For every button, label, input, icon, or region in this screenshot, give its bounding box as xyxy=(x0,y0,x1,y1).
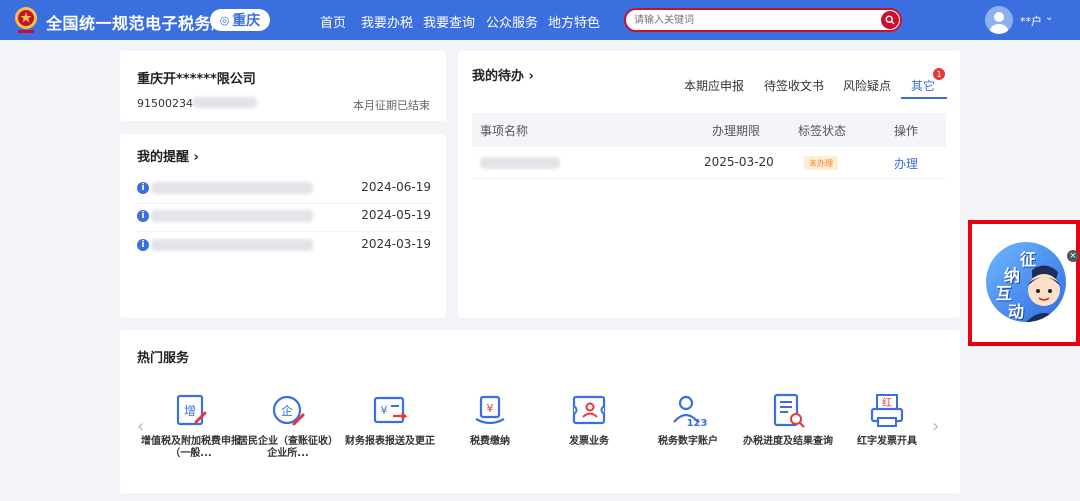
todo-title[interactable]: 我的待办 › xyxy=(472,65,534,84)
service-invoice[interactable]: 发票业务 xyxy=(539,392,639,448)
reminder-item[interactable]: i 2024-06-19 xyxy=(137,176,431,204)
top-header: 全国统一规范电子税务局 ◎ 重庆 首页 我要办税 我要查询 公众服务 地方特色 … xyxy=(0,0,1080,40)
nav-home[interactable]: 首页 xyxy=(320,12,346,31)
todo-table-header: 事项名称 办理期限 标签状态 操作 xyxy=(472,113,946,147)
highlight-frame: 征 纳 互 动 × xyxy=(968,220,1080,346)
reminder-date: 2024-05-19 xyxy=(361,208,431,222)
search-box xyxy=(624,8,902,32)
search-button[interactable] xyxy=(881,11,899,29)
chevron-right-icon: › xyxy=(193,150,199,165)
company-card: 重庆开******限公司 91500234 本月征期已结束 xyxy=(120,51,446,121)
tax-emblem-icon[interactable] xyxy=(12,5,40,35)
red-invoice-icon: 红 xyxy=(870,394,904,427)
service-digital-account[interactable]: 123 税务数字账户 xyxy=(638,392,738,448)
tab-risk-issues[interactable]: 风险疑点 xyxy=(843,77,891,94)
tax-id-prefix: 91500234 xyxy=(137,97,193,110)
hot-services-title: 热门服务 xyxy=(137,351,190,366)
svg-text:红: 红 xyxy=(882,396,892,409)
hot-services-card: 热门服务 ‹ › 增 增值税及附加税费申报（一般... 企 居民企业（查账征收）… xyxy=(120,330,960,493)
user-icon xyxy=(990,12,1008,34)
region-label: 重庆 xyxy=(232,13,261,29)
vat-declare-icon: 增 xyxy=(176,394,207,426)
active-tab-indicator xyxy=(901,97,947,99)
service-tax-payment[interactable]: ¥ 税费缴纳 xyxy=(440,392,540,448)
reminder-item[interactable]: i 2024-05-19 xyxy=(137,204,431,232)
tax-id: 91500234 xyxy=(137,97,257,110)
service-enterprise-tax[interactable]: 企 居民企业（查账征收）企业所... xyxy=(238,392,338,460)
search-input[interactable] xyxy=(634,12,864,28)
info-icon: i xyxy=(137,210,149,222)
info-icon: i xyxy=(137,239,149,251)
tax-payment-icon: ¥ xyxy=(475,395,505,425)
financial-report-icon: ¥ xyxy=(373,396,408,424)
progress-query-icon xyxy=(773,393,805,428)
nav-public-service[interactable]: 公众服务 xyxy=(486,12,538,31)
location-pin-icon: ◎ xyxy=(219,13,230,27)
site-title[interactable]: 全国统一规范电子税务局 xyxy=(46,10,228,34)
widget-char: 动 xyxy=(1008,302,1025,321)
chevron-right-icon: › xyxy=(528,69,534,84)
tab-current-declare[interactable]: 本期应申报 xyxy=(684,77,744,94)
svg-text:123: 123 xyxy=(687,418,707,429)
masked-item-name xyxy=(480,157,560,169)
notification-badge: 1 xyxy=(933,68,945,80)
handle-link[interactable]: 办理 xyxy=(894,155,918,172)
masked-reminder-text xyxy=(151,239,313,251)
region-selector[interactable]: ◎ 重庆 xyxy=(210,9,270,31)
info-icon: i xyxy=(137,182,149,194)
service-red-invoice[interactable]: 红 红字发票开具 xyxy=(837,392,937,448)
company-name: 重庆开******限公司 xyxy=(137,72,256,87)
col-item-name: 事项名称 xyxy=(480,124,529,138)
close-icon[interactable]: × xyxy=(1067,250,1079,262)
chevron-down-icon[interactable]: ⌄ xyxy=(1045,12,1053,23)
interaction-widget[interactable]: 征 纳 互 动 xyxy=(986,242,1066,322)
col-deadline: 办理期限 xyxy=(712,124,761,138)
masked-tax-id xyxy=(193,97,257,108)
nav-do-tax[interactable]: 我要办税 xyxy=(361,12,413,31)
status-badge: 未办理 xyxy=(804,156,838,170)
enterprise-tax-icon: 企 xyxy=(272,395,305,426)
user-avatar[interactable] xyxy=(985,6,1013,34)
tab-other[interactable]: 其它 xyxy=(911,77,935,94)
svg-text:¥: ¥ xyxy=(487,402,494,415)
search-icon xyxy=(885,15,895,25)
svg-text:企: 企 xyxy=(281,403,293,418)
col-status: 标签状态 xyxy=(798,124,847,138)
reminders-title[interactable]: 我的提醒 › xyxy=(137,146,199,165)
nav-query[interactable]: 我要查询 xyxy=(423,12,475,31)
col-action: 操作 xyxy=(894,124,919,138)
reminder-item[interactable]: i 2024-03-19 xyxy=(137,233,431,261)
todo-card: 我的待办 › 本期应申报 待签收文书 风险疑点 其它 1 事项名称 办理期限 标… xyxy=(458,51,960,318)
reminder-date: 2024-06-19 xyxy=(361,180,431,194)
widget-char: 征 xyxy=(1020,250,1037,269)
service-vat-declare[interactable]: 增 增值税及附加税费申报（一般... xyxy=(141,392,241,460)
todo-deadline: 2025-03-20 xyxy=(704,155,774,169)
reminder-date: 2024-03-19 xyxy=(361,237,431,251)
reminders-card: 我的提醒 › i 2024-06-19 i 2024-05-19 i 2024-… xyxy=(120,134,446,318)
masked-reminder-text xyxy=(151,182,313,194)
svg-text:¥: ¥ xyxy=(381,404,388,417)
tab-pending-documents[interactable]: 待签收文书 xyxy=(764,77,824,94)
service-progress-query[interactable]: 办税进度及结果查询 xyxy=(738,392,838,448)
table-row: 2025-03-20 未办理 办理 xyxy=(472,147,946,179)
user-name[interactable]: **户 xyxy=(1020,13,1042,29)
period-status: 本月征期已结束 xyxy=(353,99,430,112)
invoice-icon xyxy=(572,395,606,425)
svg-text:增: 增 xyxy=(184,404,196,418)
nav-local-features[interactable]: 地方特色 xyxy=(548,12,600,31)
masked-reminder-text xyxy=(151,210,313,222)
service-financial-report[interactable]: ¥ 财务报表报送及更正 xyxy=(340,392,440,448)
digital-account-icon: 123 xyxy=(673,395,707,429)
